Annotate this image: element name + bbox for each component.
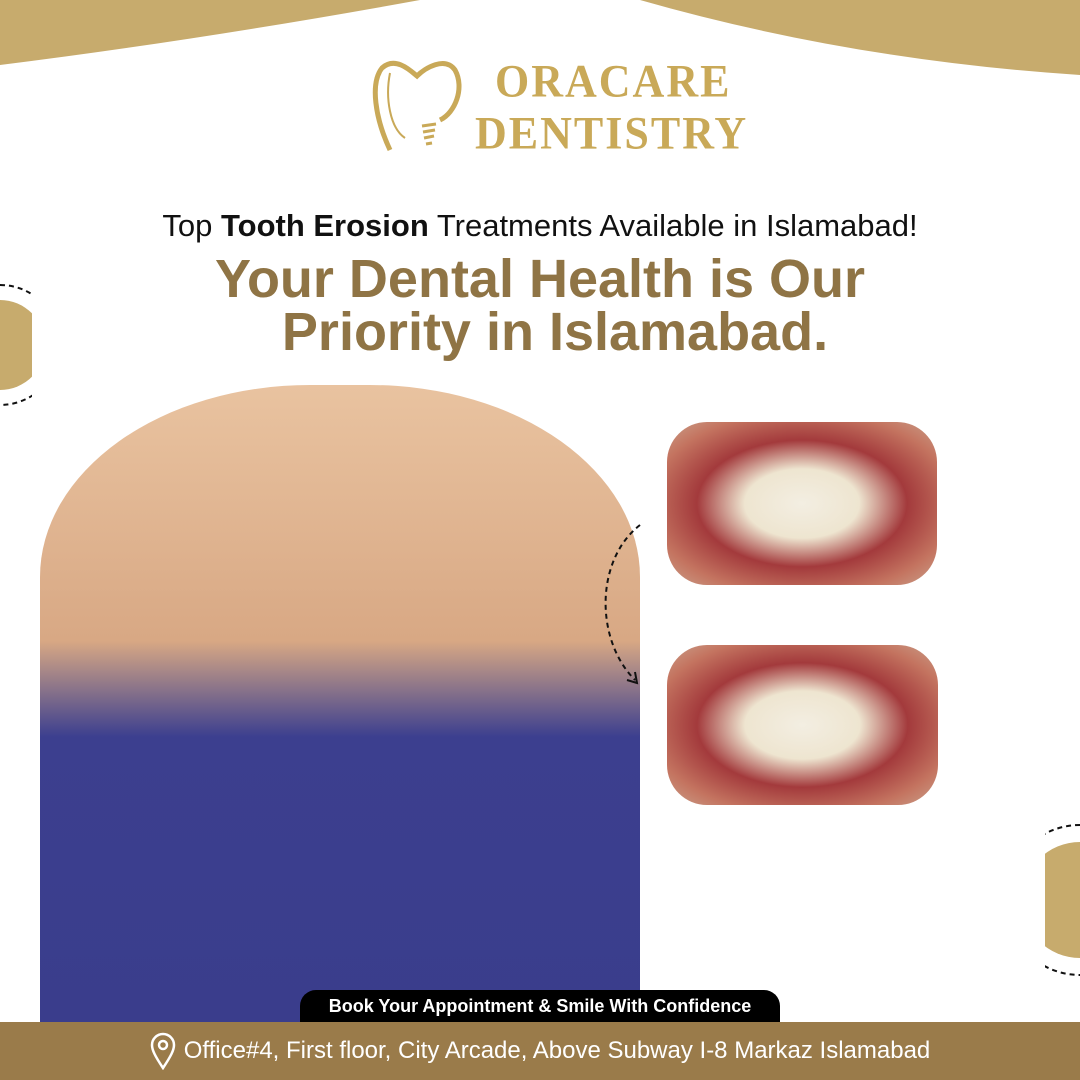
title-line1: Your Dental Health is Our — [214, 249, 866, 309]
dashed-arrow-icon — [604, 524, 641, 685]
location-pin-icon — [150, 1032, 175, 1070]
brand-name-line1: ORACARE — [495, 55, 732, 108]
smiling-woman-photo — [40, 385, 640, 1025]
brand-name-line2: DENTISTRY — [475, 107, 749, 160]
footer-address-bar: Office#4, First floor, City Arcade, Abov… — [0, 1022, 1080, 1080]
left-circle-decoration — [0, 284, 32, 406]
cta-banner: Book Your Appointment & Smile With Confi… — [300, 990, 780, 1024]
teeth-before-photo — [667, 422, 937, 585]
address-text: Office#4, First floor, City Arcade, Abov… — [183, 1037, 931, 1064]
tooth-implant-icon — [372, 60, 462, 152]
teeth-after-photo — [667, 645, 938, 805]
right-circle-decoration — [1045, 824, 1080, 976]
subheadline: Top Tooth Erosion Treatments Available i… — [162, 208, 918, 243]
title-line2: Priority in Islamabad. — [281, 302, 829, 362]
